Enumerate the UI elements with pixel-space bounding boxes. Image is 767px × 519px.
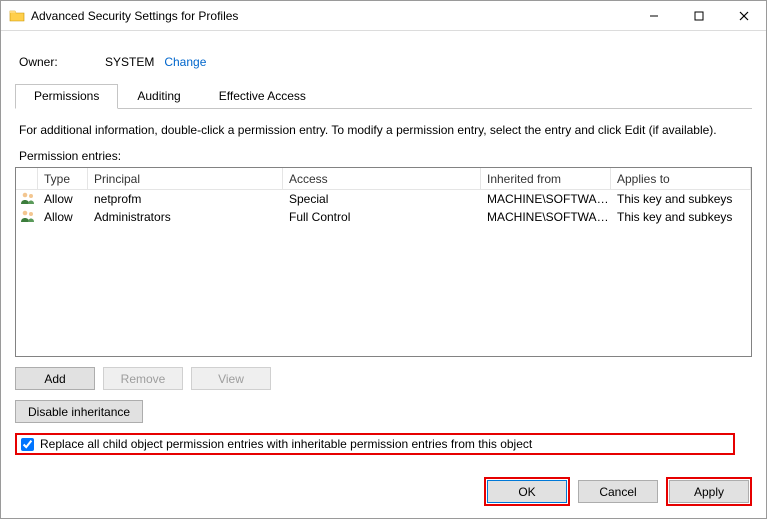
cancel-button[interactable]: Cancel (578, 480, 658, 503)
replace-children-row: Replace all child object permission entr… (15, 433, 735, 455)
col-header-type[interactable]: Type (38, 168, 88, 189)
remove-button[interactable]: Remove (103, 367, 183, 390)
apply-button[interactable]: Apply (669, 480, 749, 503)
close-button[interactable] (721, 1, 766, 30)
cell-inherited: MACHINE\SOFTWARE... (481, 210, 611, 224)
window-buttons (631, 1, 766, 30)
change-owner-link[interactable]: Change (164, 55, 206, 69)
titlebar: Advanced Security Settings for Profiles (1, 1, 766, 31)
view-button[interactable]: View (191, 367, 271, 390)
highlight-ok: OK (484, 477, 570, 506)
maximize-button[interactable] (676, 1, 721, 30)
owner-value: SYSTEM (105, 55, 154, 69)
users-icon (16, 209, 38, 226)
col-header-principal[interactable]: Principal (88, 168, 283, 189)
ok-button[interactable]: OK (487, 480, 567, 503)
minimize-button[interactable] (631, 1, 676, 30)
add-button[interactable]: Add (15, 367, 95, 390)
cell-principal: Administrators (88, 210, 283, 224)
disable-inheritance-button[interactable]: Disable inheritance (15, 400, 143, 423)
cell-type: Allow (38, 210, 88, 224)
cell-access: Special (283, 192, 481, 206)
col-header-applies[interactable]: Applies to (611, 168, 751, 189)
cell-inherited: MACHINE\SOFTWARE... (481, 192, 611, 206)
cell-applies: This key and subkeys (611, 192, 751, 206)
col-header-access[interactable]: Access (283, 168, 481, 189)
owner-label: Owner: (19, 55, 105, 69)
replace-children-checkbox[interactable] (21, 438, 34, 451)
users-icon (16, 191, 38, 208)
cell-applies: This key and subkeys (611, 210, 751, 224)
tab-permissions[interactable]: Permissions (15, 84, 118, 109)
dialog-buttons: OK Cancel Apply (1, 465, 766, 518)
cell-principal: netprofm (88, 192, 283, 206)
col-header-inherited[interactable]: Inherited from (481, 168, 611, 189)
window: Advanced Security Settings for Profiles … (0, 0, 767, 519)
tabstrip: Permissions Auditing Effective Access (15, 83, 752, 109)
tab-effective-access[interactable]: Effective Access (200, 84, 325, 109)
content: Owner: SYSTEM Change Permissions Auditin… (1, 31, 766, 465)
info-text: For additional information, double-click… (19, 123, 752, 137)
window-title: Advanced Security Settings for Profiles (31, 9, 631, 23)
replace-children-label: Replace all child object permission entr… (40, 437, 532, 451)
highlight-apply: Apply (666, 477, 752, 506)
cell-type: Allow (38, 192, 88, 206)
grid-header: Type Principal Access Inherited from App… (16, 168, 751, 190)
table-row[interactable]: Allow netprofm Special MACHINE\SOFTWARE.… (16, 190, 751, 208)
col-header-icon[interactable] (16, 168, 38, 189)
entries-label: Permission entries: (19, 149, 752, 163)
entry-buttons-row: Add Remove View (15, 367, 752, 390)
owner-row: Owner: SYSTEM Change (19, 55, 752, 69)
table-row[interactable]: Allow Administrators Full Control MACHIN… (16, 208, 751, 226)
folder-icon (9, 8, 25, 24)
permission-grid: Type Principal Access Inherited from App… (15, 167, 752, 357)
disable-inheritance-row: Disable inheritance (15, 400, 752, 423)
tab-auditing[interactable]: Auditing (118, 84, 199, 109)
cell-access: Full Control (283, 210, 481, 224)
